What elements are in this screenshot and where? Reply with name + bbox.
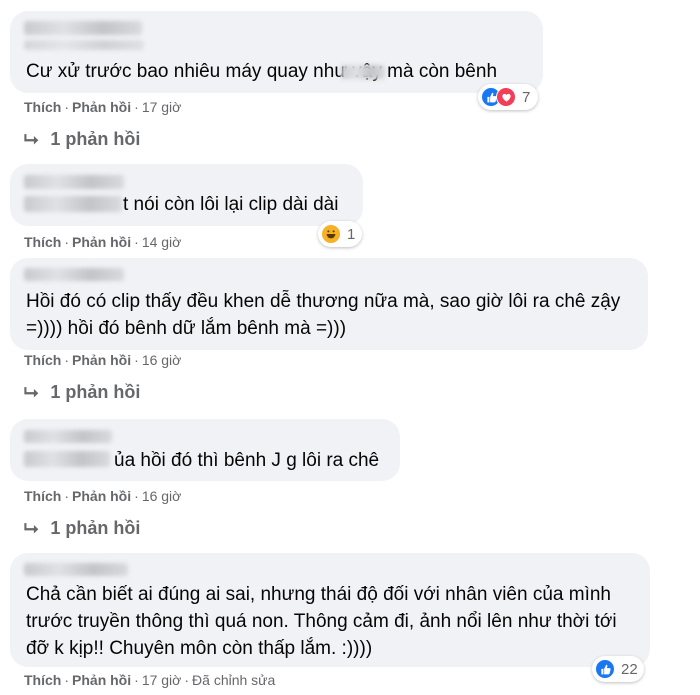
view-replies-link[interactable]: ⮡ 1 phản hồi xyxy=(24,129,140,150)
comment-text: Cư xử trước bao nhiêu máy quay như vậy m… xyxy=(26,61,498,82)
replies-count-label: 1 phản hồi xyxy=(50,382,141,402)
edited-label[interactable]: Đã chỉnh sửa xyxy=(192,672,275,688)
like-link[interactable]: Thích xyxy=(24,488,61,504)
blurred-author-name xyxy=(24,175,124,189)
comment-time[interactable]: 17 giờ xyxy=(142,99,182,115)
comment-actions: Thích · Phản hồi · 16 giờ xyxy=(24,352,182,368)
comment-text-line: Hồi đó có clip thấy đều khen dễ thương n… xyxy=(26,291,621,312)
love-icon xyxy=(496,87,516,107)
like-link[interactable]: Thích xyxy=(24,672,61,688)
comment-bubble: t nói còn lôi lại clip dài dài xyxy=(10,164,363,226)
comment-bubble: Cư xử trước bao nhiêu máy quay như vậy m… xyxy=(10,11,543,93)
like-link[interactable]: Thích xyxy=(24,234,61,250)
comment-text-line: trước truyền thông thì quá non. Thông cả… xyxy=(26,611,617,632)
blurred-author-name xyxy=(24,268,124,281)
blurred-author-subtitle xyxy=(24,40,144,50)
reaction-count: 7 xyxy=(522,88,531,106)
comment-bubble: Chả cần biết ai đúng ai sai, nhưng thái … xyxy=(10,553,650,667)
blurred-author-name xyxy=(24,21,142,35)
view-replies-link[interactable]: ⮡ 1 phản hồi xyxy=(24,518,140,539)
reaction-summary[interactable]: 22 xyxy=(592,656,644,682)
reaction-summary[interactable]: 7 xyxy=(478,84,538,110)
comment-text-line: đỡ k kịp!! Chuyên môn còn thấp lắm. :)))… xyxy=(26,638,373,659)
comment-actions: Thích · Phản hồi · 17 giờ · Đã chỉnh sửa xyxy=(24,672,276,688)
reply-link[interactable]: Phản hồi xyxy=(72,352,131,368)
comment-bubble: ủa hồi đó thì bênh J g lôi ra chê xyxy=(10,419,400,481)
blurred-word xyxy=(24,451,110,467)
comment-text: t nói còn lôi lại clip dài dài xyxy=(123,194,339,215)
haha-icon xyxy=(321,224,341,244)
comment-time[interactable]: 16 giờ xyxy=(142,352,182,368)
comment-text: ủa hồi đó thì bênh J g lôi ra chê xyxy=(114,450,380,471)
comment-text-line: =)))) hồi đó bênh dữ lắm bênh mà =))) xyxy=(26,318,347,339)
blurred-word xyxy=(24,196,122,212)
replies-count-label: 1 phản hồi xyxy=(50,129,141,149)
view-replies-link[interactable]: ⮡ 1 phản hồi xyxy=(24,382,140,403)
reply-arrow-icon: ⮡ xyxy=(24,382,39,402)
reply-link[interactable]: Phản hồi xyxy=(72,672,131,688)
blurred-author-name xyxy=(24,563,128,576)
blurred-word xyxy=(341,65,385,79)
comment-actions: Thích · Phản hồi · 16 giờ xyxy=(24,488,182,504)
comment-actions: Thích · Phản hồi · 17 giờ xyxy=(24,99,182,115)
like-icon xyxy=(595,659,615,679)
reaction-count: 1 xyxy=(347,225,356,243)
reply-arrow-icon: ⮡ xyxy=(24,129,39,149)
blurred-author-name xyxy=(24,430,112,443)
reaction-count: 22 xyxy=(621,660,638,678)
replies-count-label: 1 phản hồi xyxy=(50,518,141,538)
comment-time[interactable]: 16 giờ xyxy=(142,488,182,504)
reply-link[interactable]: Phản hồi xyxy=(72,99,131,115)
comment-time[interactable]: 14 giờ xyxy=(142,234,182,250)
reply-link[interactable]: Phản hồi xyxy=(72,488,131,504)
comment-time[interactable]: 17 giờ xyxy=(142,672,182,688)
comment-text-line: Chả cần biết ai đúng ai sai, nhưng thái … xyxy=(26,584,612,605)
reply-arrow-icon: ⮡ xyxy=(24,518,39,538)
like-link[interactable]: Thích xyxy=(24,99,61,115)
comment-actions: Thích · Phản hồi · 14 giờ xyxy=(24,234,182,250)
reply-link[interactable]: Phản hồi xyxy=(72,234,131,250)
comment-bubble: Hồi đó có clip thấy đều khen dễ thương n… xyxy=(10,258,648,350)
like-link[interactable]: Thích xyxy=(24,352,61,368)
reaction-summary[interactable]: 1 xyxy=(318,221,362,247)
